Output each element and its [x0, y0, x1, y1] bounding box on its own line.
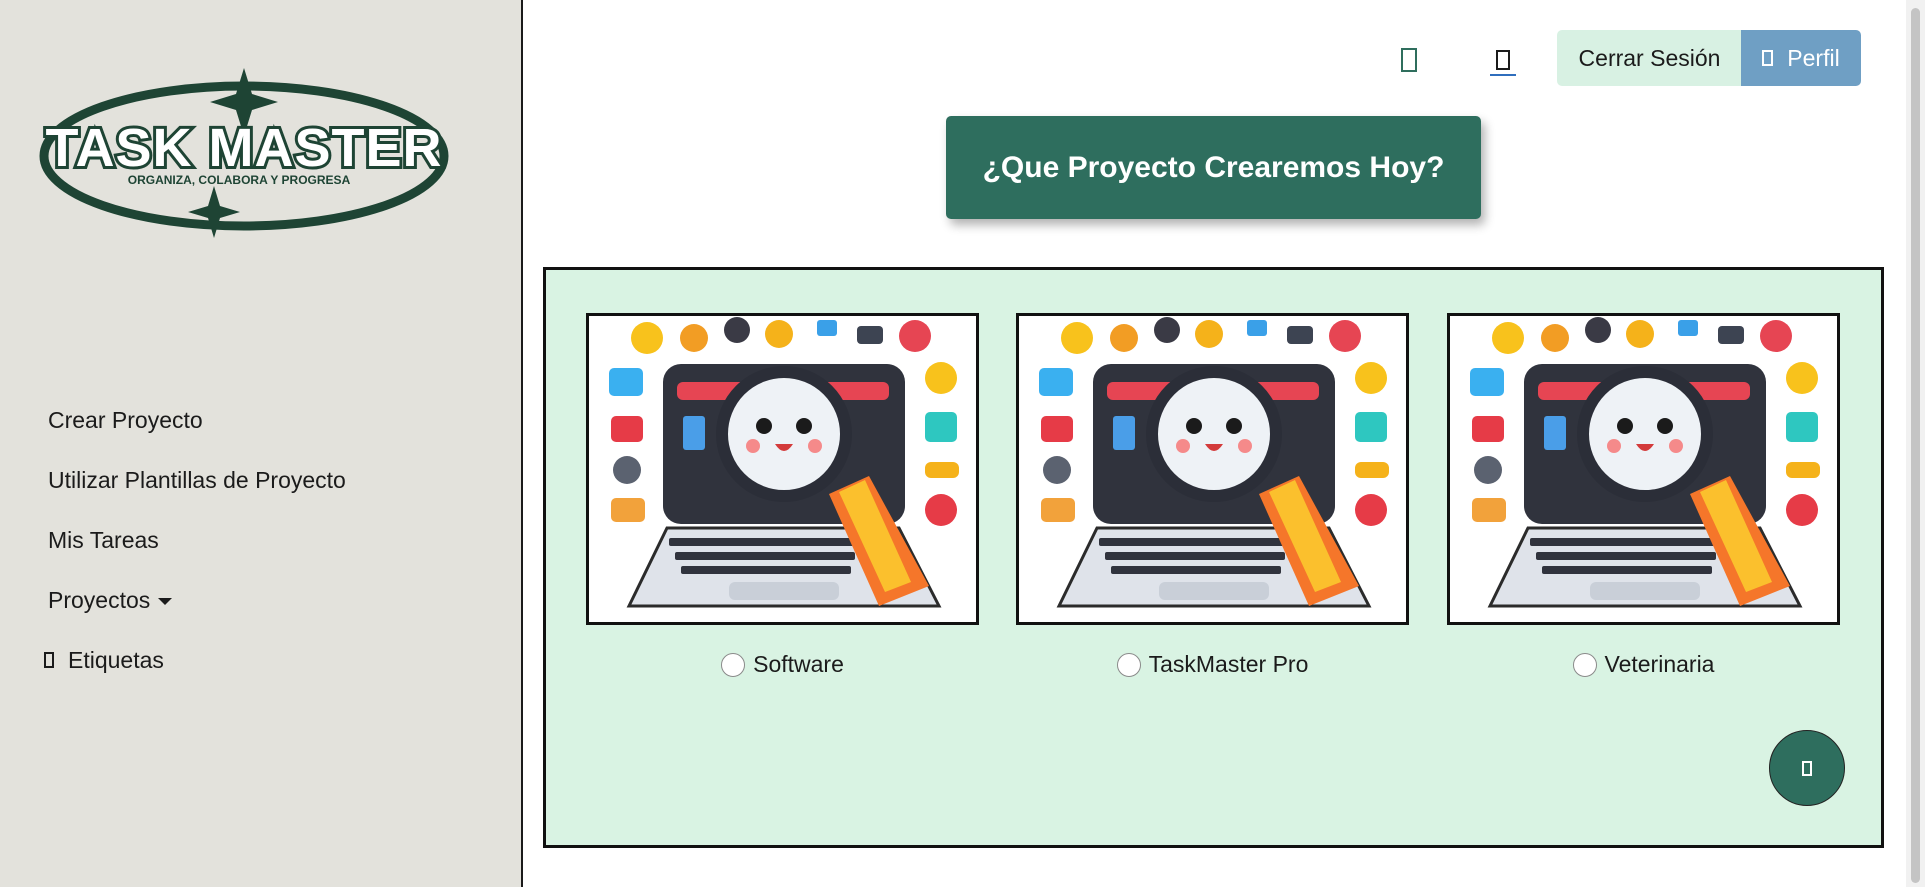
template-card[interactable]: TaskMaster Pro	[1016, 313, 1409, 678]
template-label: Veterinaria	[1604, 651, 1715, 677]
sidebar-item-mis-tareas[interactable]: Mis Tareas	[48, 510, 346, 570]
svg-text:TASK MASTER: TASK MASTER	[46, 118, 443, 178]
add-icon	[1802, 760, 1812, 776]
svg-text:ORGANIZA, COLABORA Y PROGRESA: ORGANIZA, COLABORA Y PROGRESA	[128, 173, 351, 187]
logout-button[interactable]: Cerrar Sesión	[1557, 30, 1742, 86]
template-thumbnail[interactable]	[586, 313, 979, 625]
sidebar-nav: Crear Proyecto Utilizar Plantillas de Pr…	[44, 390, 346, 690]
link-underline	[1490, 74, 1516, 76]
template-option: Software	[586, 651, 979, 678]
template-radio[interactable]	[721, 652, 746, 677]
sidebar-item-proyectos[interactable]: Proyectos	[48, 570, 346, 630]
task-master-logo: TASK MASTER ORGANIZA, COLABORA Y PROGRES…	[39, 68, 449, 238]
user-icon	[1762, 50, 1774, 66]
templates-panel: Software TaskMaster Pro Veterinaria	[543, 267, 1884, 848]
sidebar-item-label: Utilizar Plantillas de Proyecto	[48, 466, 346, 493]
sidebar-item-label: Mis Tareas	[48, 526, 159, 553]
vertical-scrollbar[interactable]	[1906, 0, 1925, 887]
floating-action-button[interactable]	[1769, 730, 1845, 806]
tag-icon	[44, 652, 54, 668]
template-radio[interactable]	[1572, 652, 1597, 677]
template-thumbnail[interactable]	[1016, 313, 1409, 625]
app-root: TASK MASTER ORGANIZA, COLABORA Y PROGRES…	[0, 0, 1925, 887]
document-glyph	[1496, 50, 1510, 70]
profile-label: Perfil	[1787, 44, 1840, 71]
sidebar-item-plantillas[interactable]: Utilizar Plantillas de Proyecto	[48, 450, 346, 510]
template-radio[interactable]	[1116, 652, 1141, 677]
template-option: TaskMaster Pro	[1016, 651, 1409, 678]
sidebar-item-label: Proyectos	[48, 586, 151, 613]
laptop-magnifier-illustration	[1039, 317, 1389, 608]
laptop-magnifier-illustration	[1470, 317, 1820, 608]
template-thumbnail[interactable]	[1447, 313, 1840, 625]
app-icon[interactable]	[1394, 40, 1424, 80]
template-card[interactable]: Veterinaria	[1447, 313, 1840, 678]
sidebar: TASK MASTER ORGANIZA, COLABORA Y PROGRES…	[0, 0, 523, 887]
sidebar-item-label: Crear Proyecto	[48, 406, 203, 433]
app-glyph	[1401, 48, 1417, 72]
template-card[interactable]: Software	[586, 313, 979, 678]
caret-down-icon	[158, 597, 173, 605]
profile-button[interactable]: Perfil	[1741, 30, 1861, 86]
template-option: Veterinaria	[1447, 651, 1840, 678]
sidebar-item-label: Etiquetas	[68, 646, 164, 673]
sidebar-item-etiquetas[interactable]: Etiquetas	[44, 630, 346, 690]
template-label: TaskMaster Pro	[1148, 651, 1309, 677]
page-title: ¿Que Proyecto Crearemos Hoy?	[946, 116, 1481, 219]
template-label: Software	[753, 651, 844, 677]
document-icon[interactable]	[1488, 40, 1518, 80]
laptop-magnifier-illustration	[609, 317, 959, 608]
scrollbar-thumb[interactable]	[1911, 8, 1920, 883]
sidebar-item-crear-proyecto[interactable]: Crear Proyecto	[48, 390, 346, 450]
